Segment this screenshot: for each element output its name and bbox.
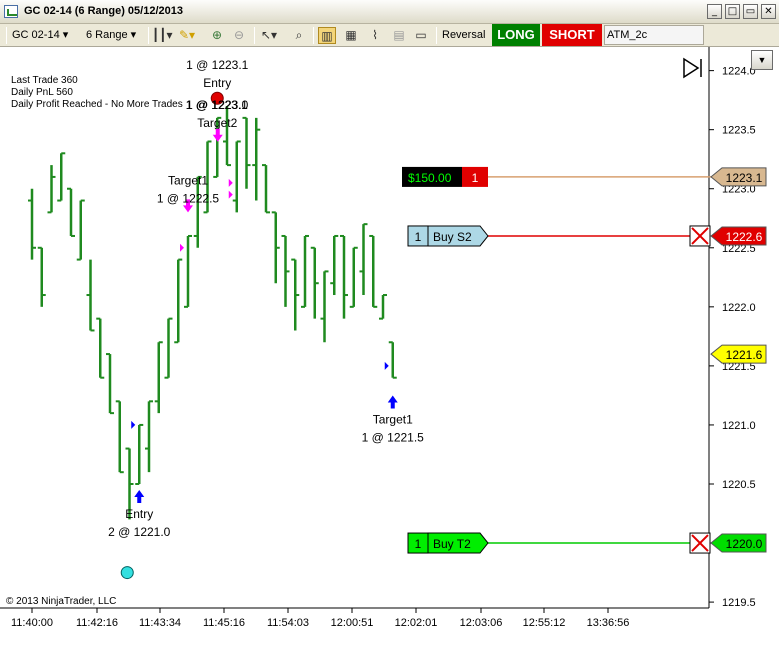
- pnl-tag-text: $150.00: [408, 171, 452, 185]
- price-markers: 1223.1 1222.6 1221.6 1220.0: [710, 167, 767, 553]
- atm-strategy-selector[interactable]: ATM_2c: [604, 25, 704, 45]
- long-button[interactable]: LONG: [492, 24, 540, 46]
- annotation-line1: Target1: [373, 413, 413, 427]
- close-button[interactable]: ✕: [761, 4, 776, 19]
- x-tick-label: 11:42:16: [76, 617, 118, 629]
- execution-marker-icon: [228, 178, 233, 187]
- indicators-icon[interactable]: ⌇: [366, 27, 384, 44]
- annotation-line1: 1 @ 1223.1: [186, 58, 249, 72]
- annotation-line2: Entry: [203, 76, 231, 90]
- window-title: GC 02-14 (6 Range) 05/12/2013: [24, 5, 183, 17]
- chart-app-icon: [4, 5, 18, 18]
- strategies-icon[interactable]: ▤: [390, 27, 408, 44]
- annotation-line2: 2 @ 1221.0: [108, 525, 171, 539]
- annotation-line1: Entry: [125, 507, 153, 521]
- minimize-button[interactable]: _: [707, 4, 722, 19]
- price-chart[interactable]: 11:40:00 11:42:16 11:43:34 11:45:16 11:54:03…: [0, 47, 779, 648]
- reversal-button[interactable]: Reversal: [442, 26, 485, 45]
- execution-marker-icon: [384, 361, 389, 370]
- execution-marker-icon: [131, 420, 136, 429]
- price-marker-label: 1222.6: [726, 230, 763, 244]
- price-bars: [28, 106, 397, 520]
- last-trade-text: Last Trade 360: [11, 75, 78, 86]
- properties-icon[interactable]: ▭: [412, 27, 430, 44]
- magnifier-icon[interactable]: ⌕: [290, 27, 308, 44]
- chevron-down-icon: ▾: [62, 29, 69, 41]
- annotation-line2: 1 @ 1222.5: [157, 191, 220, 205]
- chevron-down-icon: ▾: [130, 29, 137, 41]
- x-tick-label: 12:03:06: [460, 617, 503, 629]
- x-tick-label: 12:55:12: [523, 617, 566, 629]
- period-label: 6 Range: [86, 29, 128, 41]
- cursor-icon[interactable]: ↖▾: [260, 27, 278, 44]
- title-bar: GC 02-14 (6 Range) 05/12/2013 _ □ ▭ ✕: [0, 0, 779, 24]
- x-tick-label: 11:54:03: [267, 617, 309, 629]
- toolbar-separator: [436, 27, 437, 44]
- zoom-in-icon[interactable]: ⊕: [208, 27, 226, 44]
- toolbar-separator: [254, 27, 255, 44]
- toolbar-separator: [313, 27, 314, 44]
- x-tick-label: 12:02:01: [395, 617, 438, 629]
- price-marker-label: 1220.0: [726, 537, 763, 551]
- buy-arrow-icon: [387, 395, 398, 409]
- chart-trader-icon[interactable]: ▥: [318, 27, 336, 44]
- pnl-qty-text: 1: [472, 171, 479, 185]
- daily-profit-text: Daily Profit Reached - No More Trades: [11, 99, 183, 110]
- sell-arrow-icon: [212, 128, 223, 142]
- zoom-out-icon[interactable]: ⊖: [230, 27, 248, 44]
- stop-qty-text: 1: [415, 230, 422, 244]
- target-qty-text: 1: [415, 537, 422, 551]
- alert-dot-icon: [120, 566, 134, 580]
- x-axis-ticks: 11:40:00 11:42:16 11:43:34 11:45:16 11:54:03…: [11, 608, 629, 629]
- trade-annotations: Entry 2 @ 1221.0 Target1 1 @ 1222.5 1 @ 1223…: [108, 58, 425, 580]
- short-button[interactable]: SHORT: [542, 24, 602, 46]
- chart-panel[interactable]: 11:40:00 11:42:16 11:43:34 11:45:16 11:54:03…: [0, 47, 779, 648]
- data-box-icon[interactable]: ▦: [342, 27, 360, 44]
- execution-marker-icon: [228, 190, 233, 199]
- stop-order-text: Buy S2: [433, 230, 472, 244]
- instrument-label: GC 02-14: [12, 29, 60, 41]
- chevron-down-icon: ▼: [757, 55, 767, 65]
- x-tick-label: 11:45:16: [203, 617, 245, 629]
- instrument-selector[interactable]: GC 02-14 ▾: [12, 26, 82, 45]
- period-selector[interactable]: 6 Range ▾: [86, 26, 146, 45]
- target-order-text: Buy T2: [433, 537, 471, 551]
- chart-menu-dropdown[interactable]: ▼: [751, 50, 773, 70]
- annotation-line2: Target2: [197, 116, 237, 130]
- y-axis-ticks: 1219.51220.01220.51221.01221.51222.01222…: [709, 66, 756, 609]
- copyright-text: © 2013 NinjaTrader, LLC: [6, 596, 116, 607]
- toolbar-grip: [6, 27, 7, 44]
- annotation-line2: 1 @ 1221.5: [362, 431, 425, 445]
- pencil-draw-icon[interactable]: ✎▾: [178, 27, 196, 44]
- price-marker-label: 1221.6: [726, 348, 763, 362]
- restore-button[interactable]: □: [725, 4, 740, 19]
- maximize-button[interactable]: ▭: [743, 4, 758, 19]
- annotation-line1: Target1: [168, 173, 208, 187]
- bars-type-icon[interactable]: ┃┃▾: [152, 27, 172, 44]
- x-tick-label: 12:00:51: [331, 617, 374, 629]
- price-marker-label: 1223.1: [726, 171, 763, 185]
- y-tick-label: 1222.0: [722, 302, 756, 314]
- scroll-to-end-button[interactable]: [680, 57, 704, 79]
- daily-pnl-text: Daily PnL 560: [11, 87, 73, 98]
- x-tick-label: 13:36:56: [587, 617, 630, 629]
- toolbar-separator: [148, 27, 149, 44]
- x-tick-label: 11:43:34: [139, 617, 181, 629]
- x-tick-label: 11:40:00: [11, 617, 53, 629]
- y-tick-label: 1221.0: [722, 420, 756, 432]
- execution-marker-icon: [180, 243, 184, 252]
- buy-arrow-icon: [134, 489, 145, 503]
- y-tick-label: 1219.5: [722, 597, 756, 609]
- y-tick-label: 1220.5: [722, 479, 756, 491]
- y-tick-label: 1223.5: [722, 125, 756, 137]
- annotation-line1: 1 @ 1223.1: [186, 98, 249, 112]
- order-lines: $150.00 1 1 Buy S2 1 Buy T2: [402, 166, 712, 554]
